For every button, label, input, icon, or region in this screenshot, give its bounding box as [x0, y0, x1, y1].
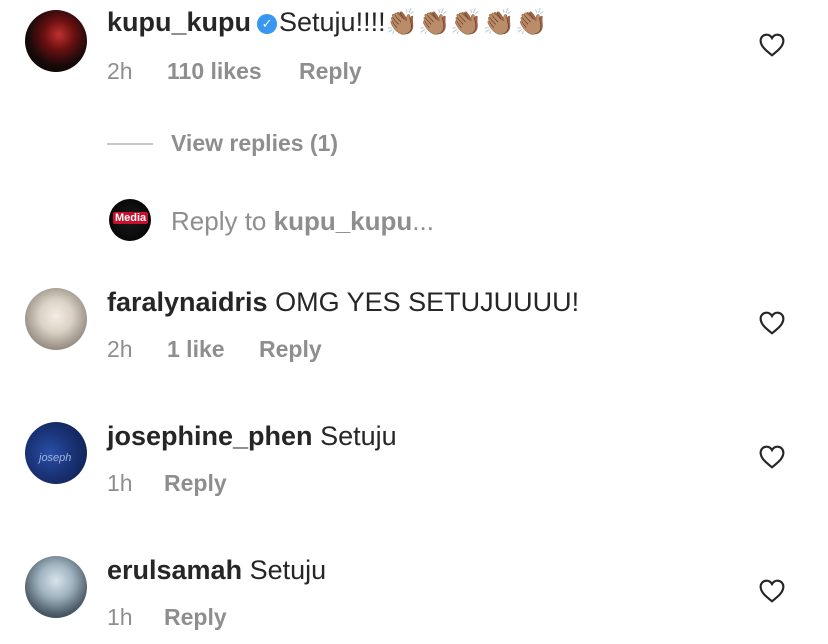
reply-suffix: ...: [412, 206, 434, 236]
comment-time: 2h: [107, 336, 133, 362]
comment-line: kupu_kupu ✓ Setuju!!!!👏🏽👏🏽👏🏽👏🏽👏🏽: [107, 6, 547, 38]
heart-icon[interactable]: [759, 445, 785, 469]
view-replies-row[interactable]: View replies (1): [0, 129, 828, 159]
comment-time: 1h: [107, 470, 133, 496]
comment-emoji: 👏🏽👏🏽👏🏽👏🏽👏🏽: [385, 7, 548, 37]
comment-line: josephine_phen Setuju: [107, 420, 397, 452]
reply-button[interactable]: Reply: [164, 603, 227, 631]
comment-meta: 1h Reply: [107, 603, 227, 631]
comment-username[interactable]: kupu_kupu: [107, 7, 251, 37]
comment-meta: 1h Reply: [107, 469, 227, 497]
heart-icon[interactable]: [759, 311, 785, 335]
reply-button[interactable]: Reply: [259, 335, 322, 363]
comment-line: faralynaidris OMG YES SETUJUUUU!: [107, 286, 579, 318]
comment-time: 1h: [107, 604, 133, 630]
avatar-text: joseph: [39, 452, 72, 464]
avatar[interactable]: [25, 10, 87, 72]
comment-text: Setuju!!!!: [279, 7, 386, 37]
comment-username[interactable]: josephine_phen: [107, 421, 313, 451]
comment-likes[interactable]: 110 likes: [167, 57, 299, 85]
avatar[interactable]: [25, 556, 87, 618]
avatar[interactable]: joseph: [25, 422, 87, 484]
comment-text: Setuju: [249, 555, 327, 585]
reply-input[interactable]: Reply to kupu_kupu...: [171, 205, 434, 237]
reply-prefix: Reply to: [171, 206, 274, 236]
heart-icon[interactable]: [759, 579, 785, 603]
comment-text: OMG YES SETUJUUUU!: [275, 287, 580, 317]
reply-input-row[interactable]: Media Reply to kupu_kupu...: [0, 199, 828, 243]
view-replies-divider: [107, 143, 153, 145]
comment-item: kupu_kupu ✓ Setuju!!!!👏🏽👏🏽👏🏽👏🏽👏🏽 2h 110 lik…: [0, 0, 828, 110]
view-replies-button[interactable]: View replies (1): [171, 129, 338, 157]
heart-icon[interactable]: [759, 33, 785, 57]
avatar-label: Media: [113, 212, 149, 224]
comment-item: erulsamah Setuju 1h Reply: [0, 548, 828, 644]
reply-button[interactable]: Reply: [299, 57, 362, 85]
reply-button[interactable]: Reply: [164, 469, 227, 497]
comment-username[interactable]: faralynaidris: [107, 287, 268, 317]
comment-line: erulsamah Setuju: [107, 554, 326, 586]
comment-item: faralynaidris OMG YES SETUJUUUU! 2h 1 lik…: [0, 280, 828, 380]
current-user-avatar: Media: [109, 199, 151, 241]
comment-item: joseph josephine_phen Setuju 1h Reply: [0, 414, 828, 514]
comment-time: 2h: [107, 58, 133, 84]
comment-likes[interactable]: 1 like: [167, 335, 259, 363]
verified-badge-icon: ✓: [257, 14, 278, 34]
avatar[interactable]: [25, 288, 87, 350]
comment-meta: 2h 110 likes Reply: [107, 57, 362, 85]
comment-text: Setuju: [320, 421, 397, 451]
reply-username: kupu_kupu: [273, 206, 413, 236]
comment-username[interactable]: erulsamah: [107, 555, 242, 585]
comment-meta: 2h 1 like Reply: [107, 335, 322, 363]
